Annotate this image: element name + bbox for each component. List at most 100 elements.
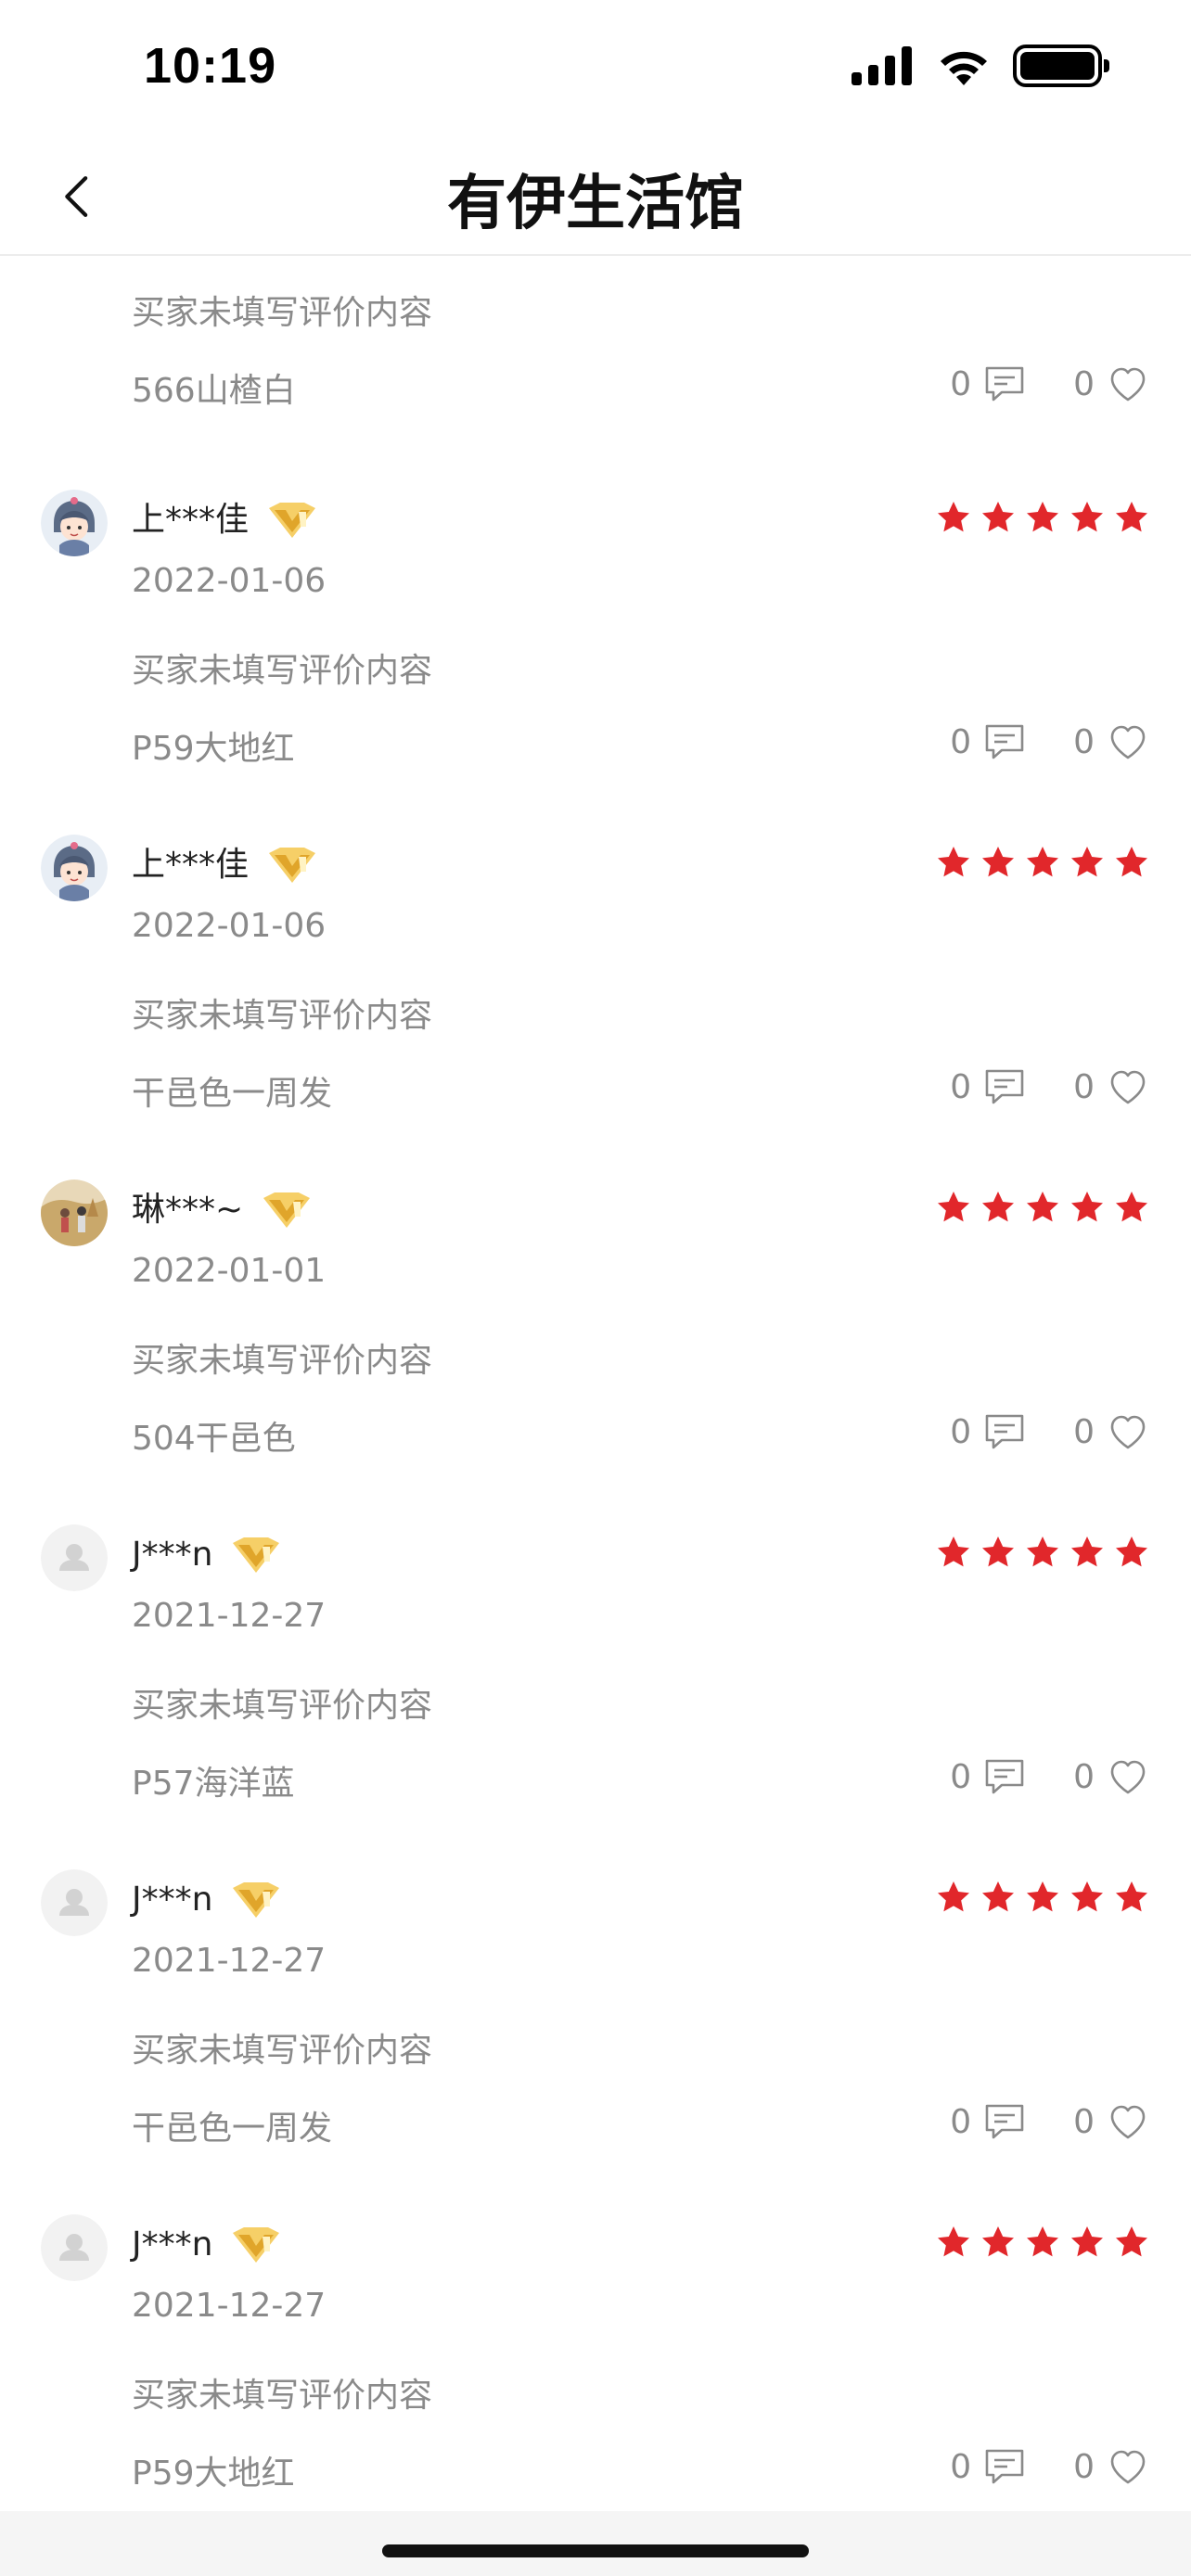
status-bar: 10:19 <box>0 0 1191 139</box>
review-content: 买家未填写评价内容 <box>132 652 433 690</box>
comment-button[interactable]: 0 <box>950 1409 1027 1454</box>
star-icon <box>935 499 972 536</box>
review-item: J***n 2021-12-27 买家未填写评价内容 P57海洋蓝 0 0 <box>0 1493 1191 1838</box>
review-username: J***n <box>132 1875 283 1925</box>
review-content: 买家未填写评价内容 <box>132 997 433 1035</box>
star-icon <box>1113 2224 1150 2261</box>
review-sku: P57海洋蓝 <box>132 1765 295 1803</box>
status-icons <box>850 45 1109 87</box>
like-button[interactable]: 0 <box>1073 362 1150 406</box>
star-icon <box>1024 2224 1061 2261</box>
review-content: 买家未填写评价内容 <box>132 2032 433 2070</box>
review-date: 2022-01-06 <box>132 907 327 945</box>
review-sku: 566山楂白 <box>132 372 296 410</box>
like-button[interactable]: 0 <box>1073 720 1150 764</box>
review-list[interactable]: 买家未填写评价内容 566山楂白 0 0 上***佳 2022-01-06 买家… <box>0 258 1191 2528</box>
star-icon <box>935 1534 972 1571</box>
review-actions: 0 0 <box>950 716 1150 768</box>
default-avatar-icon[interactable] <box>41 1869 108 1936</box>
battery-nub <box>1104 59 1109 72</box>
star-icon <box>1069 1879 1106 1916</box>
battery-fill <box>1020 52 1095 80</box>
star-icon <box>980 844 1017 881</box>
review-item: 上***佳 2022-01-06 买家未填写评价内容 P59大地红 0 0 <box>0 458 1191 803</box>
comment-count: 0 <box>950 1412 972 1451</box>
star-icon <box>980 1189 1017 1226</box>
comment-count: 0 <box>950 2102 972 2141</box>
star-icon <box>980 1534 1017 1571</box>
star-icon <box>935 844 972 881</box>
review-date: 2021-12-27 <box>132 1597 327 1635</box>
like-count: 0 <box>1073 722 1095 761</box>
comment-button[interactable]: 0 <box>950 1065 1027 1109</box>
comment-count: 0 <box>950 2447 972 2486</box>
home-indicator[interactable] <box>382 2544 809 2557</box>
like-button[interactable]: 0 <box>1073 1065 1150 1109</box>
star-icon <box>1024 499 1061 536</box>
star-icon <box>935 1879 972 1916</box>
star-rating <box>935 844 1150 881</box>
like-count: 0 <box>1073 2447 1095 2486</box>
star-icon <box>1113 499 1150 536</box>
page-title: 有伊生活馆 <box>447 170 744 238</box>
like-count: 0 <box>1073 1757 1095 1796</box>
star-icon <box>980 1879 1017 1916</box>
comment-icon <box>982 362 1027 406</box>
review-sku: P59大地红 <box>132 2455 295 2493</box>
comment-button[interactable]: 0 <box>950 2444 1027 2489</box>
review-username: 上***佳 <box>132 495 319 545</box>
default-avatar-icon[interactable] <box>41 2214 108 2281</box>
default-avatar-icon[interactable] <box>41 1524 108 1591</box>
like-count: 0 <box>1073 1412 1095 1451</box>
like-button[interactable]: 0 <box>1073 1409 1150 1454</box>
username-text: J***n <box>132 2225 213 2264</box>
review-username: J***n <box>132 2220 283 2270</box>
comment-count: 0 <box>950 364 972 403</box>
star-rating <box>935 2224 1150 2261</box>
review-date: 2021-12-27 <box>132 2287 327 2325</box>
star-icon <box>1113 1879 1150 1916</box>
heart-icon <box>1106 720 1150 764</box>
review-item: 上***佳 2022-01-06 买家未填写评价内容 干邑色一周发 0 0 <box>0 803 1191 1148</box>
review-username: J***n <box>132 1530 283 1580</box>
like-button[interactable]: 0 <box>1073 2444 1150 2489</box>
comment-icon <box>982 2444 1027 2489</box>
vip-badge-icon <box>265 499 319 542</box>
username-text: J***n <box>132 1881 213 1919</box>
comment-count: 0 <box>950 1067 972 1106</box>
comment-icon <box>982 1065 1027 1109</box>
avatar[interactable] <box>41 490 108 556</box>
heart-icon <box>1106 2099 1150 2144</box>
review-item: J***n 2021-12-27 买家未填写评价内容 干邑色一周发 0 0 <box>0 1838 1191 2183</box>
star-icon <box>1069 844 1106 881</box>
star-rating <box>935 1534 1150 1571</box>
vip-badge-icon <box>265 844 319 886</box>
heart-icon <box>1106 362 1150 406</box>
like-count: 0 <box>1073 2102 1095 2141</box>
review-actions: 0 0 <box>950 358 1150 410</box>
avatar[interactable] <box>41 835 108 901</box>
star-icon <box>980 499 1017 536</box>
review-content: 买家未填写评价内容 <box>132 1687 433 1725</box>
review-date: 2022-01-06 <box>132 562 327 600</box>
review-date: 2022-01-01 <box>132 1252 327 1290</box>
comment-button[interactable]: 0 <box>950 362 1027 406</box>
review-sku: 干邑色一周发 <box>132 1075 333 1113</box>
like-button[interactable]: 0 <box>1073 1754 1150 1799</box>
comment-button[interactable]: 0 <box>950 1754 1027 1799</box>
heart-icon <box>1106 1409 1150 1454</box>
comment-button[interactable]: 0 <box>950 720 1027 764</box>
username-text: 琳***~ <box>132 1191 244 1229</box>
star-rating <box>935 499 1150 536</box>
like-button[interactable]: 0 <box>1073 2099 1150 2144</box>
comment-button[interactable]: 0 <box>950 2099 1027 2144</box>
review-sku: P59大地红 <box>132 730 295 768</box>
vip-badge-icon <box>229 1534 283 1576</box>
star-icon <box>935 1189 972 1226</box>
review-item: 琳***~ 2022-01-01 买家未填写评价内容 504干邑色 0 0 <box>0 1148 1191 1493</box>
star-icon <box>1024 844 1061 881</box>
avatar[interactable] <box>41 1180 108 1246</box>
star-icon <box>1024 1879 1061 1916</box>
review-sku: 504干邑色 <box>132 1420 296 1458</box>
star-icon <box>980 2224 1017 2261</box>
